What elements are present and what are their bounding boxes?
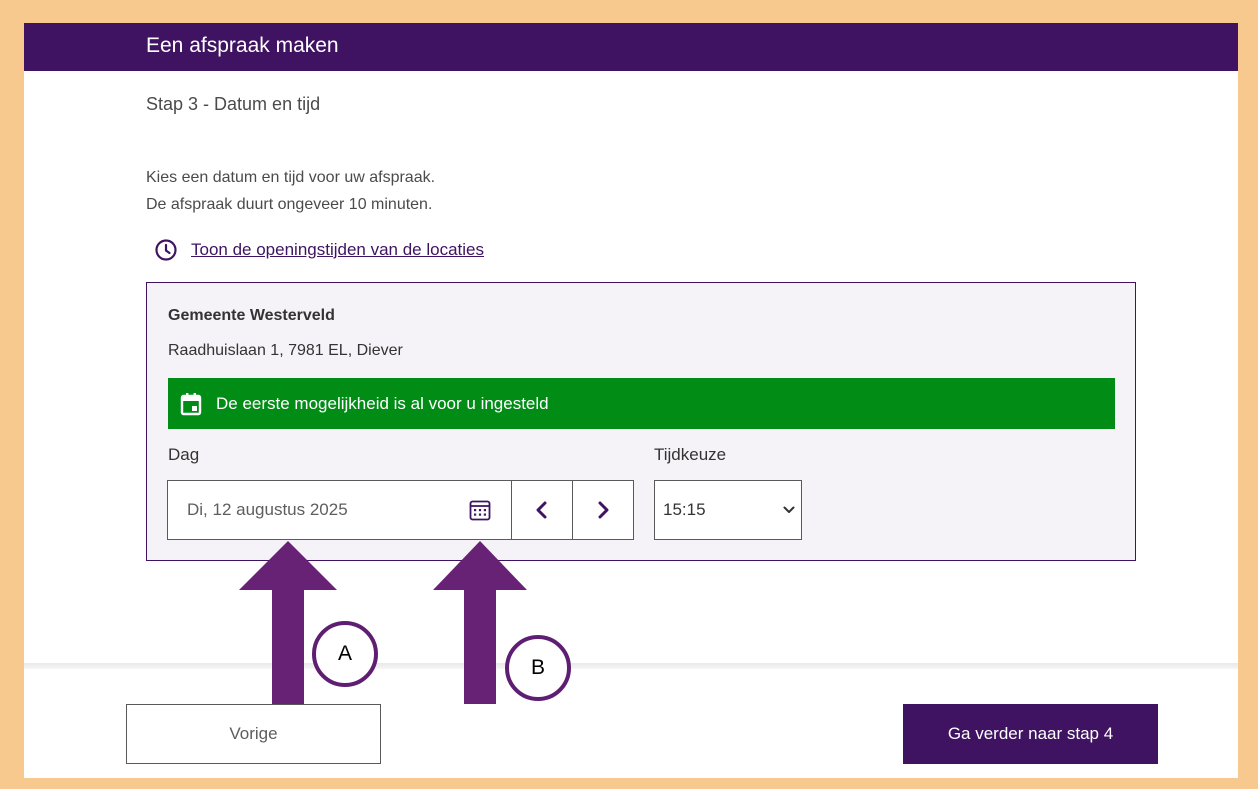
arrow-a (239, 541, 337, 704)
annotation-marker-a: A (312, 621, 378, 687)
page-frame: Een afspraak maken Stap 3 - Datum en tij… (24, 23, 1238, 778)
annotation-arrows (239, 541, 527, 704)
annotation-marker-b: B (505, 635, 571, 701)
